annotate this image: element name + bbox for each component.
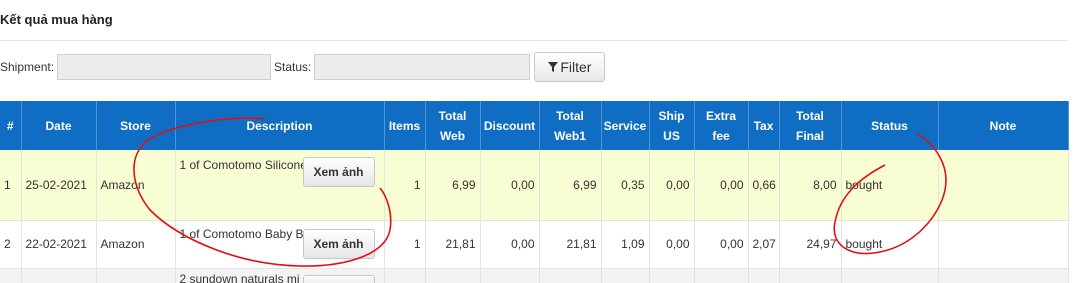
view-image-button[interactable]: Xem ảnh	[302, 157, 375, 187]
cell-discount: 0,00	[480, 150, 540, 221]
cell-no: 1	[0, 150, 22, 221]
funnel-icon	[548, 62, 559, 72]
cell-note	[938, 268, 1069, 283]
cell-extra-fee: 0,00	[694, 150, 749, 221]
cell-total-web1: 6,99	[539, 150, 602, 221]
view-image-button[interactable]	[302, 274, 375, 283]
col-header-description: Description	[175, 101, 385, 150]
page-title: Kết quả mua hàng	[0, 12, 113, 27]
cell-note	[938, 220, 1069, 269]
cell-ship-us	[649, 268, 695, 283]
col-header-service: Service	[601, 101, 650, 150]
cell-total-final	[779, 268, 842, 283]
cell-description: 1 of Comotomo Baby B... 8 Ounce (2 Count…	[175, 220, 385, 269]
cell-items: 1	[384, 220, 426, 269]
status-input[interactable]	[314, 54, 531, 80]
cell-date	[21, 268, 97, 283]
cell-total-web: 6,99	[425, 150, 481, 221]
col-header-ship-us: Ship US	[649, 101, 695, 150]
cell-total-final: 8,00	[779, 150, 842, 221]
cell-service: 1,09	[601, 220, 650, 269]
cell-ship-us: 0,00	[649, 150, 695, 221]
cell-store: Amazon	[96, 150, 176, 221]
cell-extra-fee	[694, 268, 749, 283]
table-header-row: # Date Store Description Items Total Web…	[0, 101, 1069, 150]
cell-status: bought	[841, 220, 939, 269]
cell-date: 25-02-2021	[21, 150, 97, 221]
cell-total-web1: 21,81	[539, 220, 602, 269]
cell-total-final: 24,97	[779, 220, 842, 269]
cell-items	[384, 268, 426, 283]
col-header-note: Note	[938, 101, 1069, 150]
purchase-results-table: # Date Store Description Items Total Web…	[0, 101, 1069, 283]
col-header-store: Store	[96, 101, 176, 150]
cell-store	[96, 268, 176, 283]
cell-store: Amazon	[96, 220, 176, 269]
col-header-items: Items	[384, 101, 426, 150]
cell-tax	[748, 268, 780, 283]
cell-service: 0,35	[601, 150, 650, 221]
cell-discount	[480, 268, 540, 283]
cell-total-web	[425, 268, 481, 283]
cell-note	[938, 150, 1069, 221]
cell-total-web1	[539, 268, 602, 283]
col-header-tax: Tax	[748, 101, 780, 150]
cell-description: 1 of Comotomo Silicone Replacement Nippl…	[175, 150, 385, 221]
col-header-total-final: Total Final	[779, 101, 842, 150]
cell-description: 2 sundown naturals mi	[175, 268, 385, 283]
cell-service	[601, 268, 650, 283]
cell-status: bought	[841, 150, 939, 221]
cell-items: 1	[384, 150, 426, 221]
cell-no	[0, 268, 22, 283]
cell-extra-fee: 0,00	[694, 220, 749, 269]
shipment-label: Shipment:	[0, 60, 55, 74]
col-header-status: Status	[841, 101, 939, 150]
col-header-total-web1: Total Web1	[539, 101, 602, 150]
status-label: Status:	[274, 60, 312, 74]
col-header-extra-fee: Extra fee	[694, 101, 749, 150]
col-header-no: #	[0, 101, 22, 150]
cell-ship-us: 0,00	[649, 220, 695, 269]
filter-button-label: Filter	[560, 59, 592, 75]
title-divider	[0, 40, 1068, 41]
filter-button[interactable]: Filter	[534, 52, 606, 82]
cell-discount: 0,00	[480, 220, 540, 269]
cell-total-web: 21,81	[425, 220, 481, 269]
filter-bar: Shipment: Status: Filter	[0, 52, 606, 82]
col-header-discount: Discount	[480, 101, 540, 150]
cell-status	[841, 268, 939, 283]
cell-tax: 0,66	[748, 150, 780, 221]
table-row[interactable]: 2 sundown naturals mi	[0, 268, 1069, 283]
cell-tax: 2,07	[748, 220, 780, 269]
col-header-date: Date	[21, 101, 97, 150]
table-row[interactable]: 1 25-02-2021 Amazon 1 of Comotomo Silico…	[0, 150, 1069, 221]
table-row[interactable]: 2 22-02-2021 Amazon 1 of Comotomo Baby B…	[0, 220, 1069, 269]
cell-date: 22-02-2021	[21, 220, 97, 269]
cell-no: 2	[0, 220, 22, 269]
view-image-button[interactable]: Xem ảnh	[302, 228, 375, 259]
col-header-total-web: Total Web	[425, 101, 481, 150]
shipment-input[interactable]	[57, 54, 272, 80]
